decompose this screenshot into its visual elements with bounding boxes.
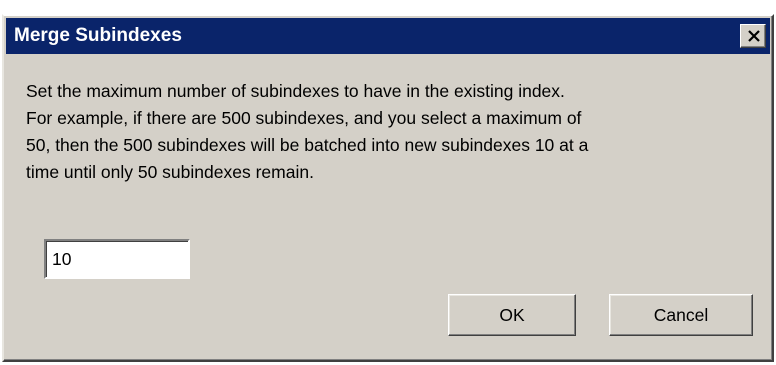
- close-icon: [748, 30, 760, 42]
- cancel-button[interactable]: Cancel: [609, 294, 753, 336]
- ok-button[interactable]: OK: [448, 294, 576, 336]
- title-bar[interactable]: Merge Subindexes: [6, 18, 770, 54]
- message-line: 50, then the 500 subindexes will be batc…: [26, 135, 589, 155]
- close-button[interactable]: [740, 24, 766, 48]
- max-subindexes-input[interactable]: [44, 239, 190, 279]
- message-line: For example, if there are 500 subindexes…: [26, 108, 582, 128]
- message-line: time until only 50 subindexes remain.: [26, 162, 314, 182]
- message-line: Set the maximum number of subindexes to …: [26, 81, 565, 101]
- merge-subindexes-dialog: Merge Subindexes Set the maximum number …: [2, 14, 774, 362]
- dialog-message: Set the maximum number of subindexes to …: [26, 78, 756, 186]
- dialog-title: Merge Subindexes: [14, 25, 182, 46]
